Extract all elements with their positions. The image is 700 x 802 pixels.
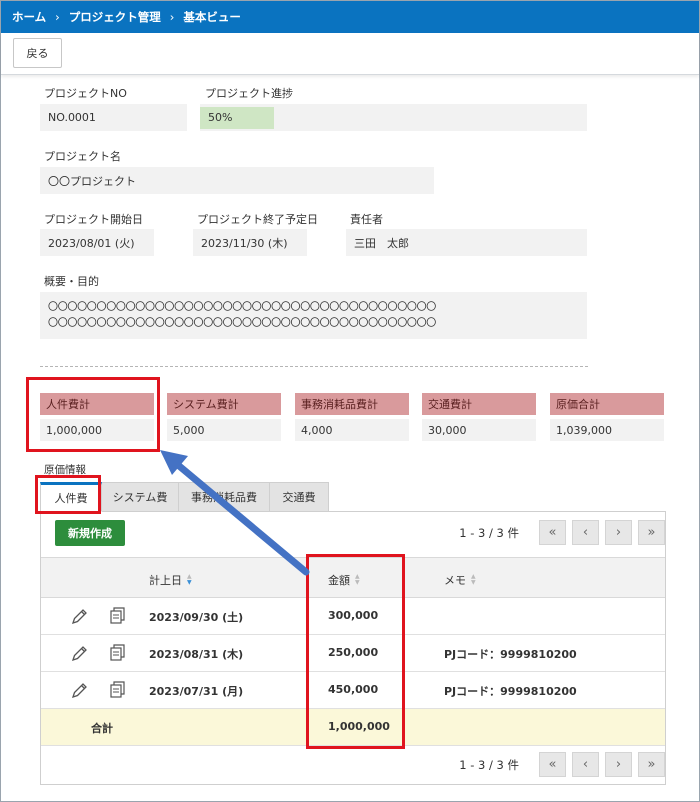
project-no-value: NO.0001 bbox=[40, 104, 187, 131]
chevron-right-icon: › bbox=[615, 525, 622, 540]
row-date: 2023/09/30 (土) bbox=[149, 611, 244, 624]
double-chevron-right-icon: » bbox=[647, 525, 656, 540]
summary-line: 〇〇〇〇〇〇〇〇〇〇〇〇〇〇〇〇〇〇〇〇〇〇〇〇〇〇〇〇〇〇〇〇〇〇〇〇〇〇〇〇 bbox=[48, 301, 436, 313]
pager-info: 1 - 3 / 3 件 bbox=[459, 757, 519, 772]
toolbar: 戻る bbox=[1, 33, 699, 75]
cost-value-system: 5,000 bbox=[167, 419, 281, 441]
prev-page-button[interactable]: ‹ bbox=[572, 752, 599, 777]
first-page-button[interactable]: « bbox=[539, 752, 566, 777]
breadcrumb-project-management[interactable]: プロジェクト管理 bbox=[69, 9, 161, 25]
back-button[interactable]: 戻る bbox=[13, 38, 62, 68]
owner-label: 責任者 bbox=[350, 213, 383, 226]
summary-line: 〇〇〇〇〇〇〇〇〇〇〇〇〇〇〇〇〇〇〇〇〇〇〇〇〇〇〇〇〇〇〇〇〇〇〇〇〇〇〇〇 bbox=[48, 317, 436, 329]
project-progress-label: プロジェクト進捗 bbox=[205, 87, 293, 100]
tab-supplies[interactable]: 事務消耗品費 bbox=[178, 482, 270, 512]
highlight-box-labor-total bbox=[26, 377, 160, 452]
cost-label-supplies: 事務消耗品費計 bbox=[295, 393, 409, 415]
last-page-button[interactable]: » bbox=[638, 520, 665, 545]
prev-page-button[interactable]: ‹ bbox=[572, 520, 599, 545]
header-memo-label: メモ bbox=[444, 574, 466, 587]
double-chevron-right-icon: » bbox=[647, 757, 656, 772]
double-chevron-left-icon: « bbox=[548, 757, 557, 772]
cost-label-system: システム費計 bbox=[167, 393, 281, 415]
row-memo: PJコード：9999810200 bbox=[444, 685, 577, 698]
start-date-value: 2023/08/01 (火) bbox=[40, 229, 154, 256]
project-name-label: プロジェクト名 bbox=[44, 150, 121, 163]
pencil-icon[interactable] bbox=[70, 643, 90, 663]
project-progress-bar: 50% bbox=[200, 104, 587, 131]
start-date-label: プロジェクト開始日 bbox=[44, 213, 143, 226]
summary-value: 〇〇〇〇〇〇〇〇〇〇〇〇〇〇〇〇〇〇〇〇〇〇〇〇〇〇〇〇〇〇〇〇〇〇〇〇〇〇〇〇… bbox=[40, 292, 587, 339]
sort-icon: ▲ ▼ bbox=[187, 573, 192, 586]
pager-bottom: 1 - 3 / 3 件 « ‹ › » bbox=[459, 752, 665, 777]
next-page-button[interactable]: › bbox=[605, 752, 632, 777]
cost-label-transport: 交通費計 bbox=[422, 393, 536, 415]
cost-value-supplies: 4,000 bbox=[295, 419, 409, 441]
section-divider bbox=[40, 366, 588, 367]
breadcrumb-current: 基本ビュー bbox=[183, 10, 241, 24]
owner-value: 三田 太郎 bbox=[346, 229, 587, 256]
pager-info: 1 - 3 / 3 件 bbox=[459, 525, 519, 540]
tab-transport[interactable]: 交通費 bbox=[269, 482, 329, 512]
cost-value-total: 1,039,000 bbox=[550, 419, 664, 441]
highlight-box-labor-tab bbox=[35, 475, 101, 514]
new-record-button[interactable]: 新規作成 bbox=[55, 520, 125, 546]
breadcrumb-separator: › bbox=[169, 10, 175, 24]
header-date-label: 計上日 bbox=[149, 574, 182, 587]
project-progress-value: 50% bbox=[208, 111, 233, 124]
project-no-label: プロジェクトNO bbox=[44, 87, 127, 100]
end-date-label: プロジェクト終了予定日 bbox=[197, 213, 318, 226]
project-name-value: 〇〇プロジェクト bbox=[40, 167, 434, 194]
last-page-button[interactable]: » bbox=[638, 752, 665, 777]
cost-label-total: 原価合計 bbox=[550, 393, 664, 415]
copy-icon[interactable] bbox=[108, 606, 128, 626]
pager-top: 1 - 3 / 3 件 « ‹ › » bbox=[459, 520, 665, 545]
pencil-icon[interactable] bbox=[70, 606, 90, 626]
copy-icon[interactable] bbox=[108, 680, 128, 700]
highlight-box-amount-column bbox=[306, 554, 405, 749]
breadcrumb: ホーム › プロジェクト管理 › 基本ビュー bbox=[1, 1, 699, 33]
header-memo[interactable]: メモ ▲ ▼ bbox=[444, 572, 476, 588]
tab-system[interactable]: システム費 bbox=[101, 482, 179, 512]
copy-icon[interactable] bbox=[108, 643, 128, 663]
chevron-right-icon: › bbox=[615, 757, 622, 772]
total-label: 合計 bbox=[91, 722, 113, 735]
cost-value-transport: 30,000 bbox=[422, 419, 536, 441]
chevron-left-icon: ‹ bbox=[582, 525, 589, 540]
row-date: 2023/08/31 (木) bbox=[149, 648, 244, 661]
end-date-value: 2023/11/30 (木) bbox=[193, 229, 307, 256]
header-date[interactable]: 計上日 ▲ ▼ bbox=[149, 572, 192, 588]
double-chevron-left-icon: « bbox=[548, 525, 557, 540]
breadcrumb-home[interactable]: ホーム bbox=[12, 9, 46, 25]
chevron-left-icon: ‹ bbox=[582, 757, 589, 772]
summary-label: 概要・目的 bbox=[44, 275, 99, 288]
sort-icon: ▲ ▼ bbox=[471, 573, 476, 586]
row-date: 2023/07/31 (月) bbox=[149, 685, 244, 698]
breadcrumb-separator: › bbox=[55, 10, 60, 24]
row-memo: PJコード：9999810200 bbox=[444, 648, 577, 661]
next-page-button[interactable]: › bbox=[605, 520, 632, 545]
first-page-button[interactable]: « bbox=[539, 520, 566, 545]
pencil-icon[interactable] bbox=[70, 680, 90, 700]
